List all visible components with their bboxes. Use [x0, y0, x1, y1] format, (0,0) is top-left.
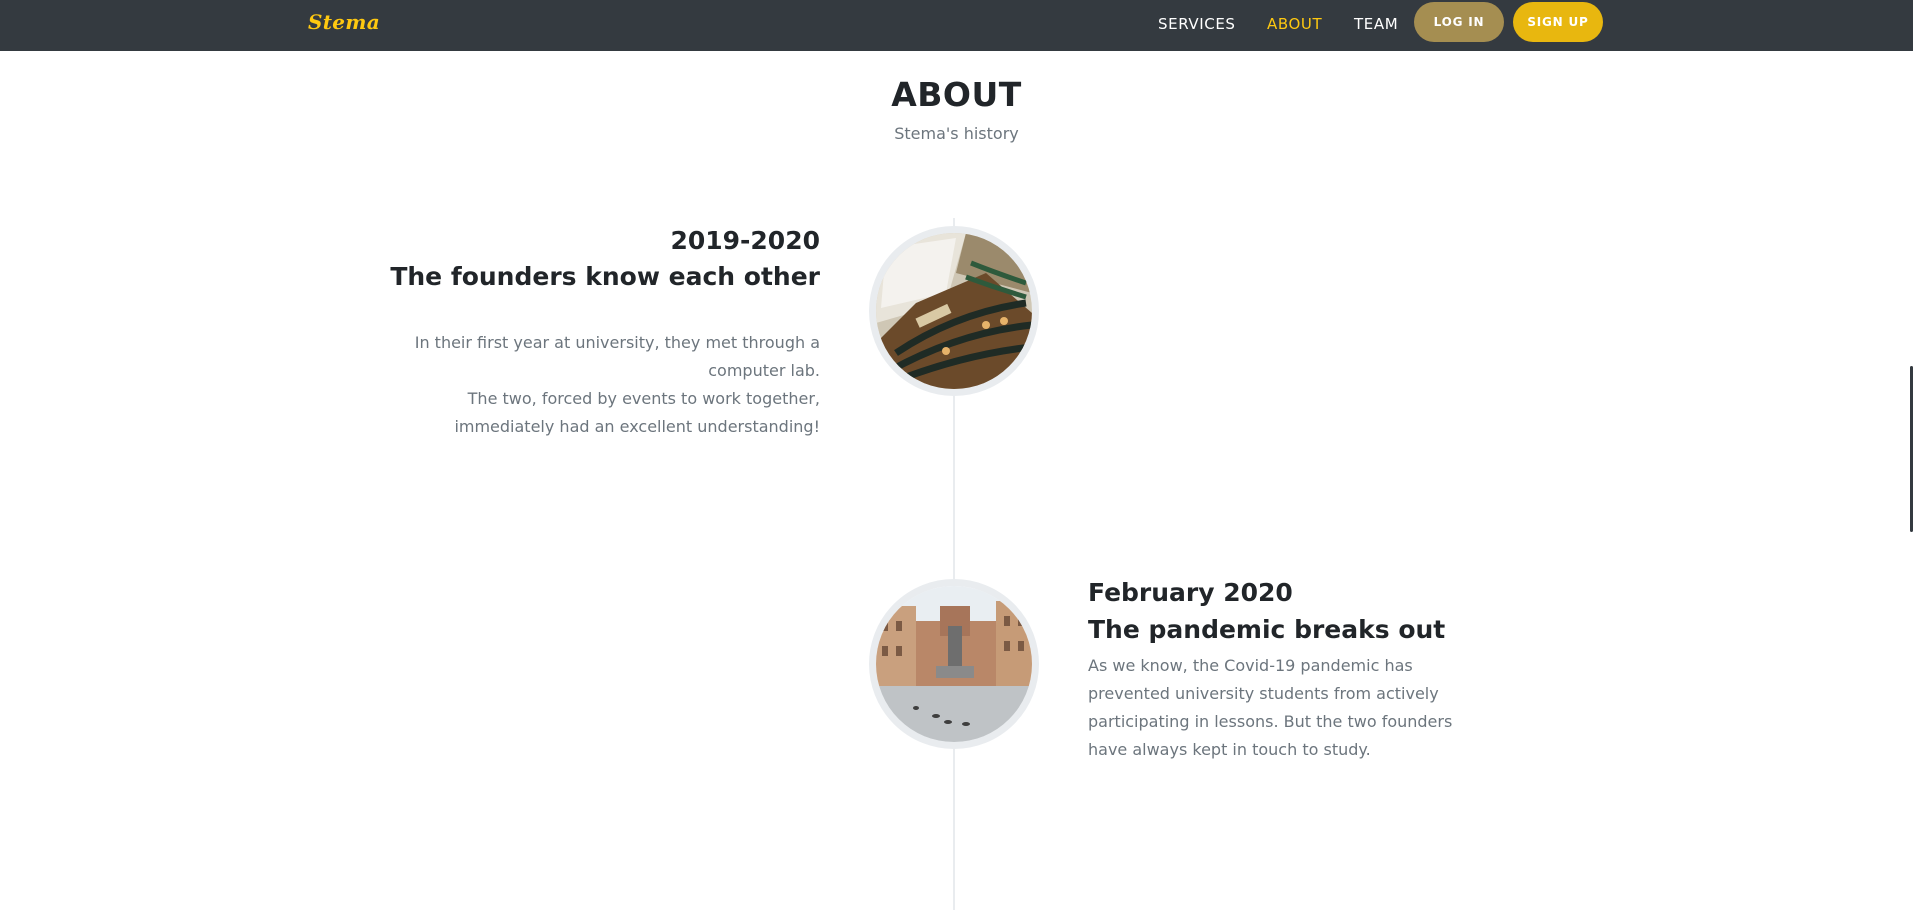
timeline-body-line: participating in lessons. But the two fo… [1088, 712, 1453, 731]
timeline-title: The pandemic breaks out [1088, 615, 1446, 644]
lecture-hall-photo [869, 226, 1039, 396]
timeline-body-line: As we know, the Covid-19 pandemic has [1088, 656, 1413, 675]
timeline-body-line: In their first year at university, they … [414, 333, 820, 352]
timeline-title: The founders know each other [390, 262, 820, 291]
timeline-body: In their first year at university, they … [400, 329, 820, 441]
signup-button[interactable]: SIGN UP [1513, 2, 1603, 42]
timeline-body-line: The two, forced by events to work togeth… [467, 389, 820, 408]
timeline-body-line: computer lab. [708, 361, 820, 380]
section-heading: ABOUT [891, 75, 1022, 114]
section-subheading: Stema's history [894, 124, 1019, 143]
empty-city-square-photo [869, 579, 1039, 749]
timeline-body: As we know, the Covid-19 pandemic has pr… [1088, 652, 1468, 764]
timeline-body-line: immediately had an excellent understandi… [454, 417, 820, 436]
nav-link-team[interactable]: TEAM [1354, 15, 1398, 33]
login-button[interactable]: LOG IN [1414, 2, 1504, 42]
nav-link-services[interactable]: SERVICES [1158, 15, 1236, 33]
timeline-body-line: prevented university students from activ… [1088, 684, 1439, 703]
timeline-date: February 2020 [1088, 578, 1293, 607]
nav-link-about[interactable]: ABOUT [1267, 15, 1322, 33]
timeline-body-line: have always kept in touch to study. [1088, 740, 1371, 759]
top-navbar: Stema SERVICES ABOUT TEAM LOG IN SIGN UP [0, 0, 1913, 51]
brand-logo[interactable]: Stema [308, 10, 380, 34]
timeline-date: 2019-2020 [670, 226, 820, 255]
